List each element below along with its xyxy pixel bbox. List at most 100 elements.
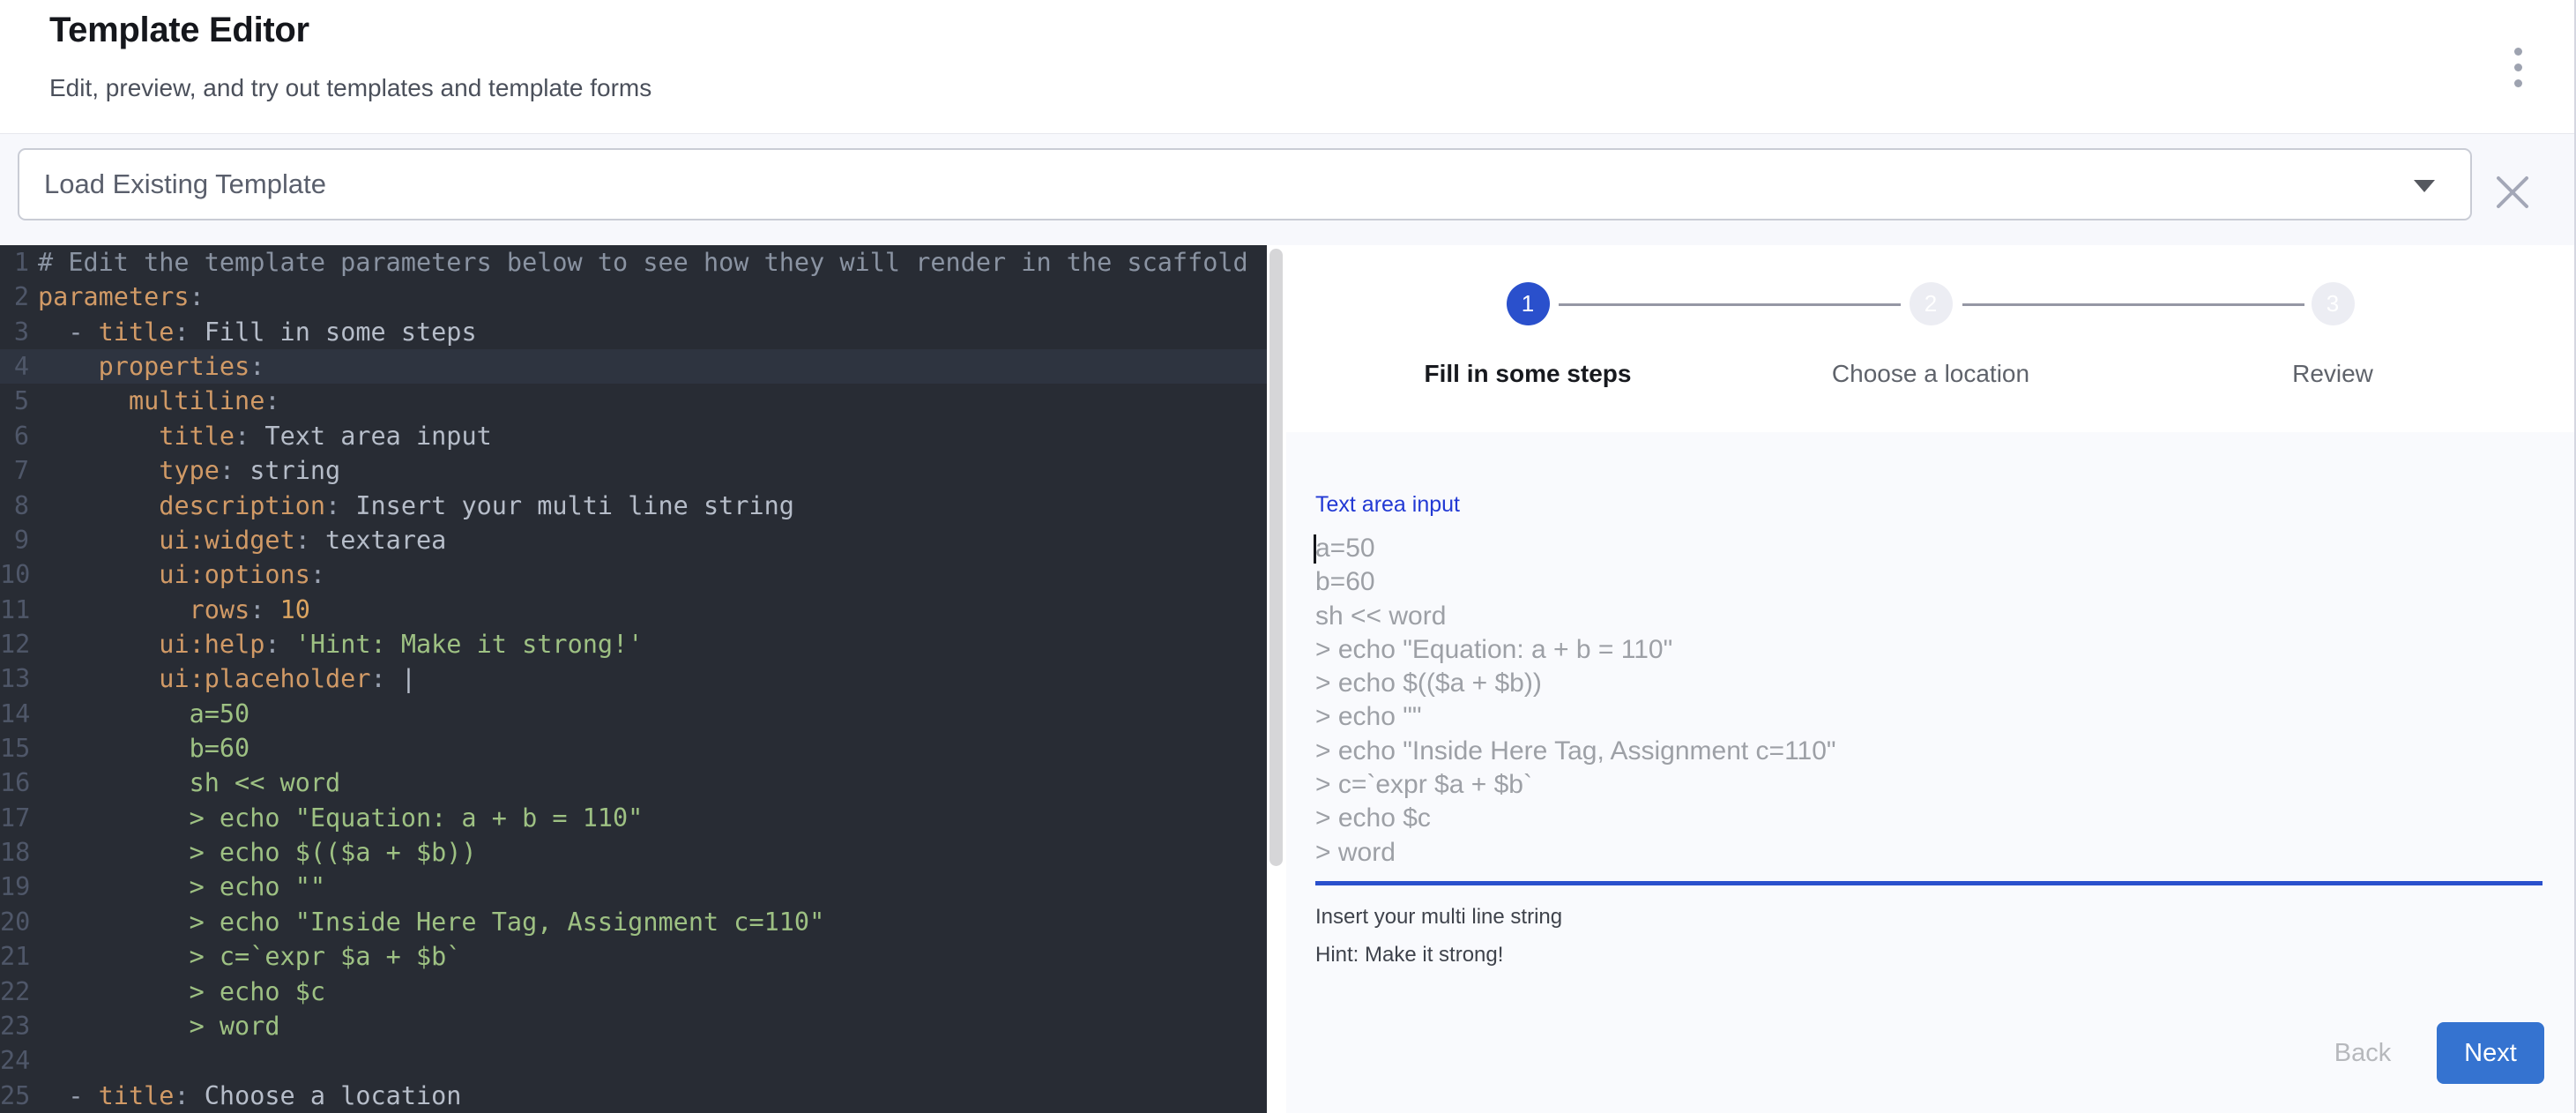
stepper-step-circle-3: 3 (2312, 282, 2355, 325)
textarea-line: > echo $(($a + $b)) (1315, 667, 2542, 700)
line-number: 19 (0, 870, 29, 904)
editor-line-23: 23 > word (0, 1009, 1267, 1043)
page-title: Template Editor (49, 11, 309, 50)
line-number: 11 (0, 593, 29, 627)
line-number: 9 (0, 523, 29, 557)
line-code: > echo "" (38, 870, 325, 904)
line-code: ui:help: 'Hint: Make it strong!' (38, 627, 643, 661)
editor-line-22: 22 > echo $c (0, 975, 1267, 1009)
line-number: 5 (0, 384, 29, 418)
page-header: Template Editor Edit, preview, and try o… (0, 0, 2576, 134)
textarea-line: > echo "Inside Here Tag, Assignment c=11… (1315, 735, 2542, 768)
stepper-step-label-2: Choose a location (1710, 360, 2151, 388)
text-cursor (1314, 534, 1316, 564)
editor-line-13: 13 ui:placeholder: | (0, 661, 1267, 696)
line-number: 6 (0, 419, 29, 453)
line-code: rows: 10 (38, 593, 310, 627)
line-code: a=50 (38, 697, 249, 731)
editor-line-2: 2parameters: (0, 280, 1267, 314)
line-number: 24 (0, 1043, 29, 1078)
textarea-focus-underline (1315, 881, 2542, 885)
editor-line-7: 7 type: string (0, 453, 1267, 488)
editor-line-21: 21 > c=`expr $a + $b` (0, 939, 1267, 974)
editor-line-19: 19 > echo "" (0, 870, 1267, 904)
line-number: 16 (0, 766, 29, 800)
clear-template-button[interactable] (2490, 169, 2535, 215)
line-number: 25 (0, 1079, 29, 1113)
line-number: 18 (0, 835, 29, 870)
kebab-menu-button[interactable] (2497, 35, 2539, 99)
textarea-line: b=60 (1315, 565, 2542, 599)
line-code: > echo "Equation: a + b = 110" (38, 801, 643, 835)
stepper-step-label-3: Review (2112, 360, 2553, 388)
textarea-line: > echo "Equation: a + b = 110" (1315, 633, 2542, 667)
line-number: 14 (0, 697, 29, 731)
line-number: 21 (0, 939, 29, 974)
line-code: > echo $(($a + $b)) (38, 835, 477, 870)
editor-line-11: 11 rows: 10 (0, 593, 1267, 627)
textarea-field-label: Text area input (1315, 492, 1460, 518)
close-icon (2490, 169, 2535, 215)
yaml-code-editor[interactable]: 1 # Edit the template parameters below to… (0, 245, 1286, 1113)
editor-line-3: 3 - title: Fill in some steps (0, 315, 1267, 349)
load-template-toolbar: Load Existing Template (0, 134, 2576, 245)
editor-line-4: 4 properties: (0, 349, 1267, 384)
chevron-down-icon (2414, 180, 2435, 192)
line-code: ui:placeholder: | (38, 661, 416, 696)
line-code: - title: Choose a location (38, 1079, 461, 1113)
line-code: multiline: (38, 384, 280, 418)
stepper-step-circle-1: 1 (1507, 282, 1550, 325)
load-template-select[interactable]: Load Existing Template (18, 148, 2472, 220)
line-code: ui:widget: textarea (38, 523, 446, 557)
editor-line-6: 6 title: Text area input (0, 419, 1267, 453)
editor-line-14: 14 a=50 (0, 697, 1267, 731)
editor-line-16: 16 sh << word (0, 766, 1267, 800)
template-editor-page: Template Editor Edit, preview, and try o… (0, 0, 2576, 1113)
editor-line-5: 5 multiline: (0, 384, 1267, 418)
load-template-placeholder: Load Existing Template (44, 168, 326, 200)
line-code: sh << word (38, 766, 340, 800)
line-code: ui:options: (38, 557, 325, 592)
stepper-connector (1559, 303, 1901, 306)
stepper-step-label-1: Fill in some steps (1307, 360, 1748, 388)
line-number: 20 (0, 905, 29, 939)
line-code: properties: (38, 349, 264, 384)
editor-scrollbar-thumb[interactable] (1269, 249, 1283, 866)
editor-line-12: 12 ui:help: 'Hint: Make it strong!' (0, 627, 1267, 661)
line-number: 23 (0, 1009, 29, 1043)
editor-line-25: 25 - title: Choose a location (0, 1079, 1267, 1113)
next-button[interactable]: Next (2437, 1022, 2544, 1084)
line-number: 1 (0, 245, 29, 280)
editor-line-8: 8 description: Insert your multi line st… (0, 489, 1267, 523)
line-code: type: string (38, 453, 340, 488)
editor-line-18: 18 > echo $(($a + $b)) (0, 835, 1267, 870)
line-code: # Edit the template parameters below to … (38, 245, 1248, 280)
textarea-line: > echo "" (1315, 700, 2542, 734)
line-code: > word (38, 1009, 280, 1043)
editor-lines: 1 # Edit the template parameters below to… (0, 245, 1267, 1113)
stepper-step-circle-2: 2 (1910, 282, 1953, 325)
editor-line-1: 1 # Edit the template parameters below to… (0, 245, 1267, 280)
field-helper-text: Insert your multi line string (1315, 905, 1562, 930)
line-code: > echo "Inside Here Tag, Assignment c=11… (38, 905, 824, 939)
line-code: title: Text area input (38, 419, 492, 453)
textarea-line: > echo $c (1315, 802, 2542, 835)
stepper-connector (1962, 303, 2304, 306)
textarea-line: sh << word (1315, 600, 2542, 633)
textarea-line: > c=`expr $a + $b` (1315, 768, 2542, 802)
line-code: b=60 (38, 731, 249, 766)
textarea-line: > word (1315, 836, 2542, 870)
kebab-dot (2514, 63, 2522, 71)
textarea-input[interactable]: a=50b=60sh << word> echo "Equation: a + … (1315, 532, 2542, 872)
back-button[interactable]: Back (2297, 1025, 2429, 1081)
line-number: 15 (0, 731, 29, 766)
editor-line-10: 10 ui:options: (0, 557, 1267, 592)
editor-scrollbar-track (1267, 245, 1286, 1113)
kebab-dot (2514, 79, 2522, 87)
editor-line-20: 20 > echo "Inside Here Tag, Assignment c… (0, 905, 1267, 939)
line-number: 8 (0, 489, 29, 523)
line-code: > c=`expr $a + $b` (38, 939, 461, 974)
line-number: 3 (0, 315, 29, 349)
kebab-dot (2514, 48, 2522, 56)
editor-line-17: 17 > echo "Equation: a + b = 110" (0, 801, 1267, 835)
